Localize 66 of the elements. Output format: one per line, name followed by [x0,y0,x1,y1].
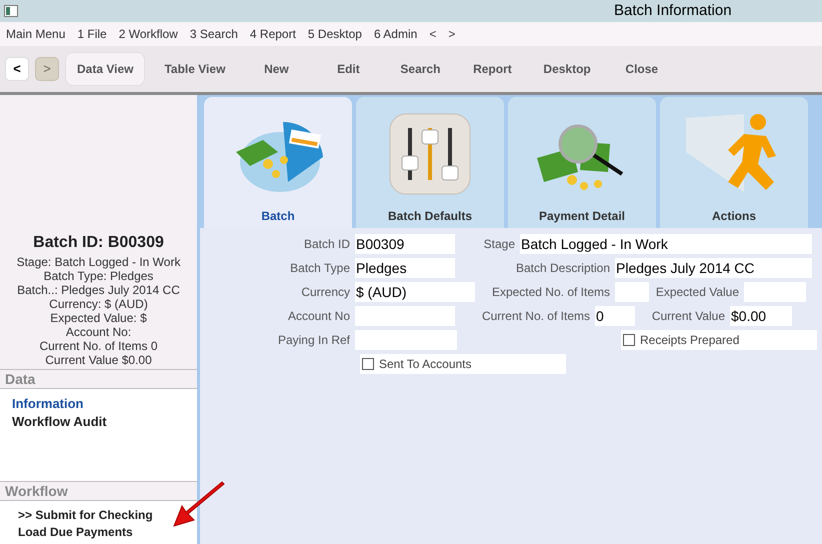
menu-item[interactable]: 5 Desktop [308,25,362,43]
field-label: Batch Description [516,260,610,277]
field-label: Stage [484,236,515,253]
input-field[interactable]: $0.00 [730,306,792,326]
summary-line: Currency: $ (AUD) [49,297,148,311]
section-header: Workflow [0,481,197,501]
toolbar-button[interactable]: Desktop [532,52,602,86]
nav-button[interactable]: < [5,57,29,81]
sidebar-item[interactable]: Information [12,395,84,413]
field-label: Paying In Ref [278,332,350,349]
menu-item[interactable]: 6 Admin [374,25,418,43]
tab[interactable]: Batch [204,97,352,228]
field-label: Expected Value [656,284,739,301]
summary-line: Expected Value: $ [50,311,147,325]
checkbox-label: Receipts Prepared [640,332,740,349]
app-icon [4,5,18,17]
summary-line: Account No: [66,325,132,339]
menu-item[interactable]: 3 Search [190,25,238,43]
toolbar-button[interactable]: Edit [316,52,380,86]
sliders-icon [388,112,472,196]
tab[interactable]: Payment Detail [508,97,656,228]
menu-item[interactable]: 4 Report [250,25,296,43]
menu-item[interactable]: > [448,25,456,43]
field-label: Expected No. of Items [492,284,610,301]
tab[interactable]: Batch Defaults [356,97,504,228]
sidebar-item[interactable]: Load Due Payments [12,524,133,541]
toolbar-button[interactable]: New [244,52,308,86]
menu-item[interactable]: 2 Workflow [118,25,178,43]
toolbar-button[interactable]: Table View [153,52,236,86]
input-field[interactable]: Pledges [355,258,455,278]
input-field[interactable] [744,282,806,302]
menu-item[interactable]: Main Menu [6,25,66,43]
menu-item[interactable]: < [429,25,436,43]
checkbox-label: Sent To Accounts [379,356,472,373]
summary-line: Batch Type: Pledges [44,269,154,283]
summary-line: Current No. of Items 0 [39,339,158,353]
summary-line: Current Value $0.00 [45,353,152,367]
toolbar-button[interactable]: Report [460,52,524,86]
section-header: Data [0,369,197,389]
input-field[interactable]: $ (AUD) [355,282,475,302]
summary-line: Batch..: Pledges July 2014 CC [17,283,180,297]
summary-title: Batch ID: B00309 [33,233,164,253]
input-field[interactable] [355,330,457,350]
window-title: Batch Information [614,0,732,21]
input-field[interactable] [355,306,455,326]
toolbar-button[interactable]: Data View [65,52,146,86]
input-field[interactable] [615,282,649,302]
checkbox[interactable] [362,358,374,370]
input-field[interactable]: B00309 [355,234,455,254]
field-label: Account No [288,308,350,325]
tab[interactable]: Actions [660,97,808,228]
field-label: Currency [301,284,350,301]
field-label: Current No. of Items [482,308,590,325]
toolbar-button[interactable]: Close [610,52,674,86]
input-field[interactable]: Batch Logged - In Work [520,234,812,254]
toolbar-button[interactable]: Search [388,52,452,86]
field-label: Batch ID [304,236,350,253]
checkbox[interactable] [623,334,635,346]
input-field[interactable]: 0 [595,306,635,326]
input-field[interactable]: Pledges July 2014 CC [615,258,812,278]
summary-line: Stage: Batch Logged - In Work [16,255,180,269]
menu-item[interactable]: 1 File [77,25,107,43]
field-label: Current Value [652,308,725,325]
sidebar-item[interactable]: Workflow Audit [12,413,107,431]
field-label: Batch Type [290,260,350,277]
sidebar-item[interactable]: >> Submit for Checking [12,507,153,524]
